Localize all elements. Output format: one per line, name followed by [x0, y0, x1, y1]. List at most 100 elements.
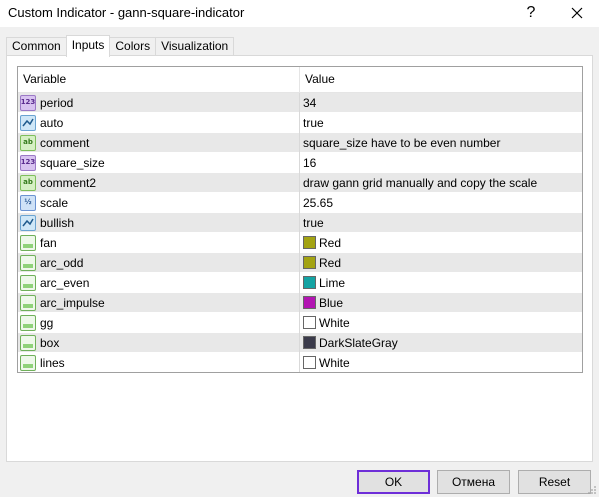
- grid-rows: 123 period 34 auto true ab comment square_size …: [18, 92, 582, 373]
- ok-button[interactable]: OK: [357, 470, 430, 494]
- variable-cell: ab comment2: [18, 172, 300, 193]
- reset-button[interactable]: Reset: [518, 470, 591, 494]
- table-row[interactable]: arc_odd Red: [18, 252, 582, 273]
- title-bar: Custom Indicator - gann-square-indicator…: [0, 0, 599, 27]
- value-cell[interactable]: square_size have to be even number: [300, 133, 582, 153]
- string-type-icon: ab: [20, 174, 36, 191]
- value-cell[interactable]: 25.65: [300, 193, 582, 213]
- color-swatch[interactable]: [303, 336, 316, 349]
- variable-name: bullish: [40, 215, 75, 230]
- table-row[interactable]: arc_impulse Blue: [18, 292, 582, 313]
- table-row[interactable]: ab comment2 draw gann grid manually and co…: [18, 172, 582, 193]
- help-button[interactable]: ?: [516, 2, 546, 24]
- variable-name: arc_even: [40, 275, 90, 290]
- table-row[interactable]: 123 square_size 16: [18, 152, 582, 173]
- variable-value: Red: [319, 255, 342, 270]
- close-button[interactable]: [562, 2, 592, 24]
- color-type-icon: [20, 294, 36, 311]
- value-cell[interactable]: true: [300, 113, 582, 133]
- column-header-value[interactable]: Value: [300, 67, 582, 92]
- table-row[interactable]: fan Red: [18, 232, 582, 253]
- variable-value: 25.65: [303, 195, 334, 210]
- value-cell[interactable]: 34: [300, 93, 582, 113]
- variable-cell: 123 square_size: [18, 152, 300, 173]
- color-type-icon: [20, 254, 36, 271]
- variable-value: DarkSlateGray: [319, 335, 398, 350]
- table-row[interactable]: box DarkSlateGray: [18, 332, 582, 353]
- value-cell[interactable]: Red: [300, 233, 582, 253]
- table-row[interactable]: arc_even Lime: [18, 272, 582, 293]
- value-cell[interactable]: Lime: [300, 273, 582, 293]
- variable-cell: arc_odd: [18, 252, 300, 273]
- variable-cell: ½ scale: [18, 192, 300, 213]
- integer-type-icon: 123: [20, 154, 36, 171]
- double-type-icon: ½: [20, 194, 36, 211]
- variable-name: gg: [40, 315, 54, 330]
- variable-value: Red: [319, 235, 342, 250]
- variable-cell: arc_impulse: [18, 292, 300, 313]
- variable-cell: fan: [18, 232, 300, 253]
- color-swatch[interactable]: [303, 236, 316, 249]
- cancel-button[interactable]: Отмена: [437, 470, 510, 494]
- close-icon: [571, 7, 583, 19]
- table-row[interactable]: auto true: [18, 112, 582, 133]
- variable-name: auto: [40, 115, 64, 130]
- variable-name: comment2: [40, 175, 97, 190]
- variable-value: White: [319, 315, 350, 330]
- variable-value: true: [303, 215, 324, 230]
- table-row[interactable]: lines White: [18, 352, 582, 373]
- variable-name: scale: [40, 195, 69, 210]
- variable-value: Blue: [319, 295, 344, 310]
- dialog-body: Common Inputs Colors Visualization Varia…: [0, 27, 599, 497]
- value-cell[interactable]: Blue: [300, 293, 582, 313]
- value-cell[interactable]: White: [300, 313, 582, 333]
- value-cell[interactable]: 16: [300, 153, 582, 173]
- color-swatch[interactable]: [303, 296, 316, 309]
- color-swatch[interactable]: [303, 276, 316, 289]
- table-row[interactable]: 123 period 34: [18, 92, 582, 113]
- value-cell[interactable]: true: [300, 213, 582, 233]
- color-swatch[interactable]: [303, 356, 316, 369]
- color-swatch[interactable]: [303, 256, 316, 269]
- variable-name: box: [40, 335, 60, 350]
- table-row[interactable]: bullish true: [18, 212, 582, 233]
- color-type-icon: [20, 274, 36, 291]
- tab-inputs[interactable]: Inputs: [65, 35, 111, 57]
- table-row[interactable]: ab comment square_size have to be even num…: [18, 132, 582, 153]
- color-swatch[interactable]: [303, 316, 316, 329]
- inputs-panel: Variable Value 123 period 34 auto true ab comm…: [6, 55, 593, 462]
- table-row[interactable]: gg White: [18, 312, 582, 333]
- boolean-type-icon: [20, 114, 36, 131]
- window-title: Custom Indicator - gann-square-indicator: [8, 5, 245, 20]
- variable-cell: 123 period: [18, 92, 300, 113]
- variable-cell: ab comment: [18, 132, 300, 153]
- variable-value: 34: [303, 95, 317, 110]
- column-header-variable[interactable]: Variable: [18, 67, 300, 92]
- value-cell[interactable]: Red: [300, 253, 582, 273]
- inputs-grid: Variable Value 123 period 34 auto true ab comm…: [17, 66, 583, 373]
- tab-visualization[interactable]: Visualization: [155, 37, 235, 56]
- color-type-icon: [20, 234, 36, 251]
- table-row[interactable]: ½ scale 25.65: [18, 192, 582, 213]
- variable-name: period: [40, 95, 74, 110]
- tab-common[interactable]: Common: [6, 37, 67, 56]
- variable-name: square_size: [40, 155, 105, 170]
- grid-header: Variable Value: [18, 67, 582, 93]
- value-cell[interactable]: White: [300, 353, 582, 373]
- value-cell[interactable]: DarkSlateGray: [300, 333, 582, 353]
- variable-value: square_size have to be even number: [303, 135, 501, 150]
- color-type-icon: [20, 314, 36, 331]
- variable-value: draw gann grid manually and copy the sca…: [303, 175, 538, 190]
- variable-name: lines: [40, 355, 65, 370]
- string-type-icon: ab: [20, 134, 36, 151]
- variable-cell: lines: [18, 352, 300, 372]
- tab-colors[interactable]: Colors: [109, 37, 157, 56]
- resize-grip-icon[interactable]: [587, 485, 597, 495]
- value-cell[interactable]: draw gann grid manually and copy the sca…: [300, 173, 582, 193]
- variable-cell: bullish: [18, 212, 300, 233]
- variable-cell: gg: [18, 312, 300, 333]
- variable-value: true: [303, 115, 324, 130]
- variable-name: arc_impulse: [40, 295, 105, 310]
- variable-value: White: [319, 355, 350, 370]
- variable-value: Lime: [319, 275, 346, 290]
